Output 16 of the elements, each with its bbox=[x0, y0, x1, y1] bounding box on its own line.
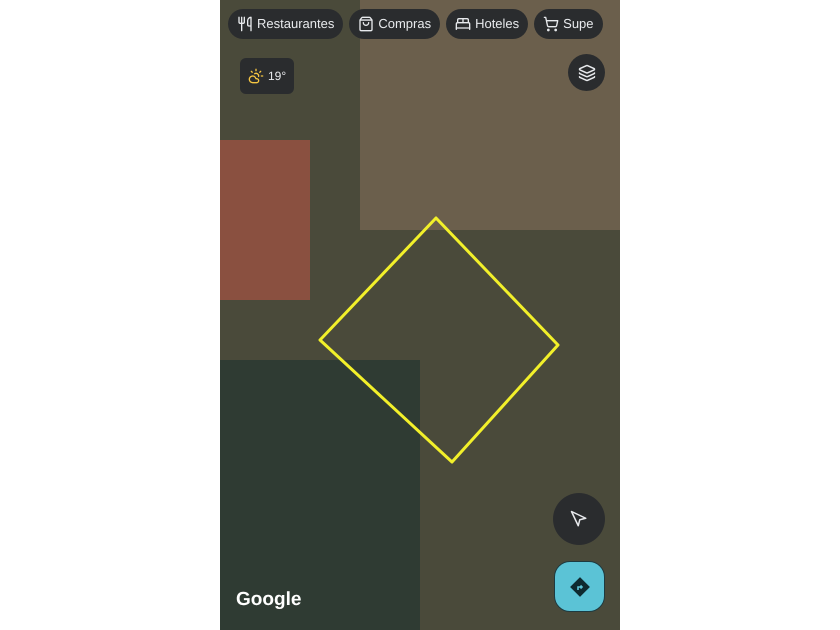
navigation-arrow-icon bbox=[570, 510, 588, 528]
layers-icon bbox=[578, 64, 596, 82]
category-chip[interactable]: Compras bbox=[349, 9, 440, 39]
shopping-bag-icon bbox=[358, 16, 374, 32]
directions-button[interactable] bbox=[554, 561, 605, 612]
satellite-map[interactable] bbox=[220, 0, 620, 630]
category-chip[interactable]: Supe bbox=[534, 9, 603, 39]
weather-badge[interactable]: 19° bbox=[240, 58, 294, 94]
cart-icon bbox=[543, 16, 560, 32]
category-chip[interactable]: Hoteles bbox=[446, 9, 528, 39]
partly-cloudy-icon bbox=[248, 68, 264, 84]
map-logo: Google bbox=[236, 588, 302, 612]
category-chip[interactable]: Restaurantes bbox=[228, 9, 344, 39]
bed-icon bbox=[455, 16, 472, 32]
temperature: 19° bbox=[268, 68, 286, 85]
fork-knife-icon bbox=[237, 16, 253, 32]
